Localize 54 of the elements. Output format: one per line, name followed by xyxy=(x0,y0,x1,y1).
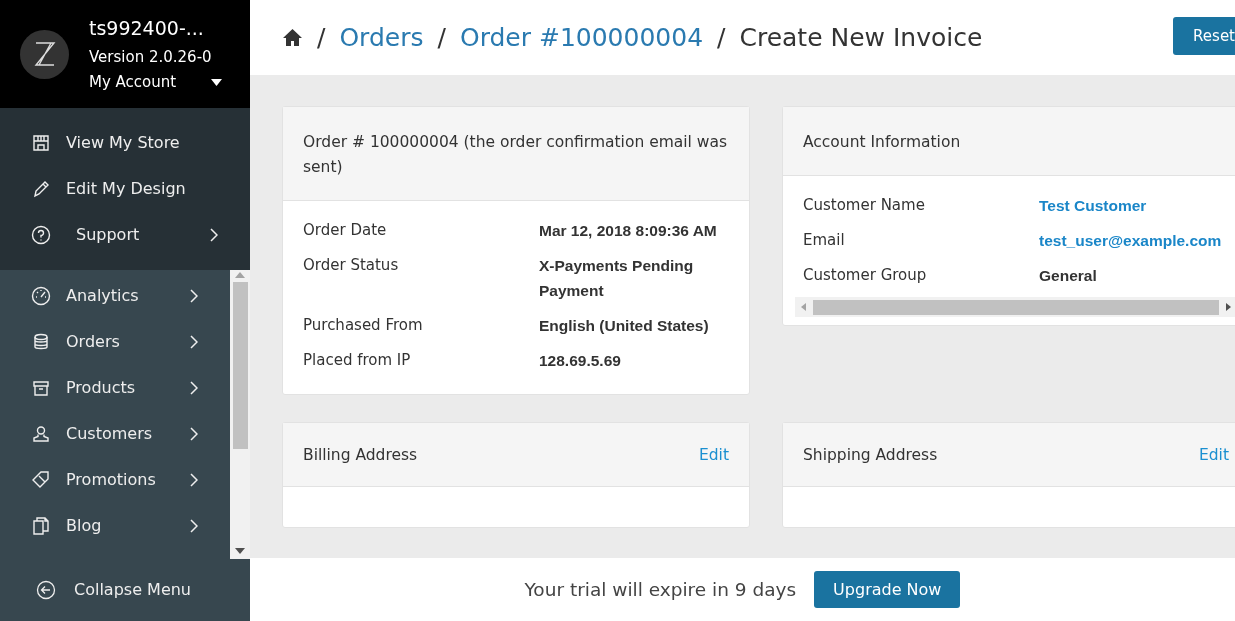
scrollbar[interactable] xyxy=(230,270,250,559)
field-value: English (United States) xyxy=(539,316,709,336)
store-icon xyxy=(30,133,52,153)
field-label: Customer Name xyxy=(803,195,926,216)
sidebar-item[interactable]: Customers xyxy=(0,411,230,457)
field-link[interactable]: Test Customer xyxy=(1039,193,1147,218)
field-label: Purchased From xyxy=(303,315,424,336)
trial-message: Your trial will expire in 9 days xyxy=(524,577,797,602)
card-title: Account Information xyxy=(803,132,962,153)
logo-icon xyxy=(20,29,69,79)
scroll-down-icon[interactable] xyxy=(235,548,245,554)
breadcrumb-link[interactable]: Order #100000004 xyxy=(459,18,704,57)
store-name: ts992400-... xyxy=(89,16,205,42)
scroll-up-icon[interactable] xyxy=(235,272,245,278)
sidebar-item[interactable]: Edit My Design xyxy=(0,166,250,212)
field-label: Placed from IP xyxy=(303,350,412,371)
horizontal-scrollbar[interactable] xyxy=(795,297,1235,317)
sidebar-item[interactable]: Orders xyxy=(0,319,230,365)
field-label: Email xyxy=(803,230,846,251)
collapse-menu-button[interactable]: Collapse Menu xyxy=(0,559,250,621)
breadcrumb-link[interactable]: Orders xyxy=(339,18,424,57)
caret-icon xyxy=(211,79,222,86)
field-link[interactable]: test_user@example.com xyxy=(1039,228,1222,253)
account-menu[interactable]: My Account xyxy=(89,71,250,94)
sidebar-item[interactable]: Analytics xyxy=(0,273,230,319)
field-label: Order Date xyxy=(303,220,388,241)
sidebar-item[interactable]: Blog xyxy=(0,503,230,549)
field-value: 128.69.5.69 xyxy=(539,351,621,371)
field-value: X-Payments Pending Payment xyxy=(539,256,695,301)
field-value: Mar 12, 2018 8:09:36 AM xyxy=(539,221,717,241)
reset-button[interactable]: Reset xyxy=(1173,17,1235,55)
breadcrumb-separator: / xyxy=(317,21,326,54)
tag-icon xyxy=(30,470,52,490)
sidebar-item[interactable]: Products xyxy=(0,365,230,411)
field-label: Customer Group xyxy=(803,265,928,286)
breadcrumb-separator: / xyxy=(437,21,446,54)
home-icon[interactable] xyxy=(282,28,303,47)
gauge-icon xyxy=(30,286,52,306)
card-title: Billing Address xyxy=(303,445,419,466)
field-label: Order Status xyxy=(303,255,400,276)
archive-icon xyxy=(30,378,52,398)
version-label: Version 2.0.26-0 xyxy=(89,46,213,68)
card-title: Order # 100000004 (the order confirmation email was sent) xyxy=(303,132,729,178)
sidebar-item[interactable]: Support xyxy=(0,212,250,258)
page-title: Create New Invoice xyxy=(739,21,983,54)
pages-icon xyxy=(30,516,52,536)
user-icon xyxy=(30,424,52,444)
card-title: Shipping Address xyxy=(803,445,939,466)
breadcrumb-separator: / xyxy=(717,21,726,54)
sidebar-item[interactable]: View My Store xyxy=(0,120,250,166)
field-value: General xyxy=(1039,266,1097,286)
upgrade-button[interactable]: Upgrade Now xyxy=(814,571,961,608)
sidebar-item[interactable]: Promotions xyxy=(0,457,230,503)
help-icon xyxy=(30,225,52,245)
